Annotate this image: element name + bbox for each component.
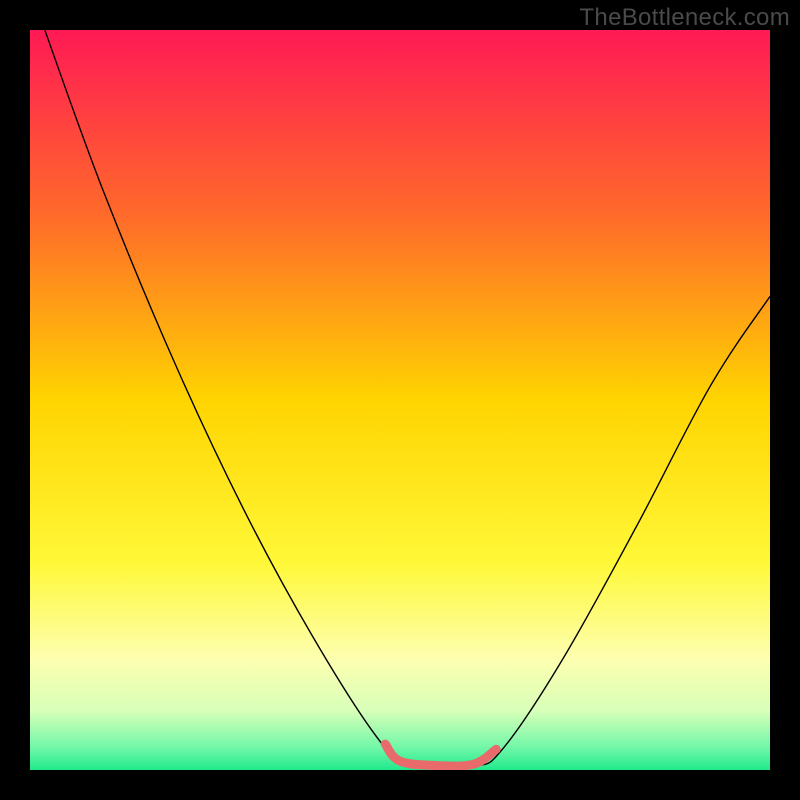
watermark-label: TheBottleneck.com bbox=[579, 4, 790, 32]
plot-area bbox=[30, 30, 770, 770]
gradient-background bbox=[30, 30, 770, 770]
bottleneck-chart bbox=[30, 30, 770, 770]
chart-frame: TheBottleneck.com bbox=[0, 0, 800, 800]
